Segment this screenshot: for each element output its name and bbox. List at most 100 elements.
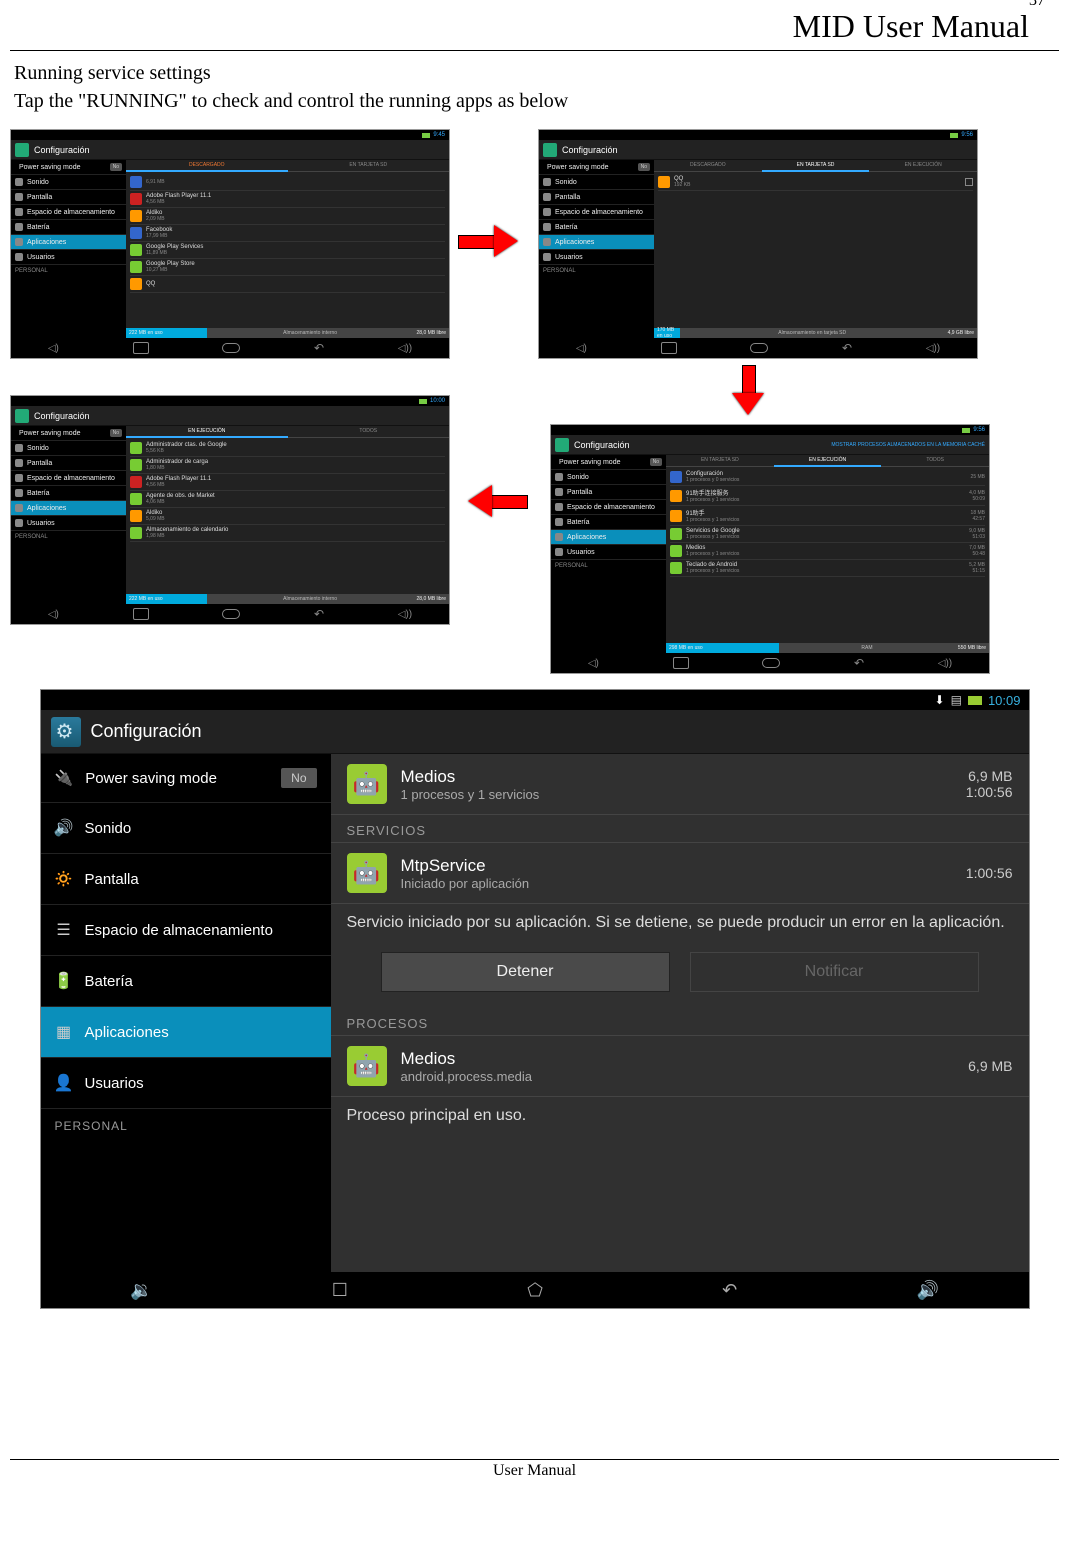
tab-all[interactable]: TODOS — [288, 426, 450, 438]
sidebar-item-power-saving[interactable]: Power saving modeNo — [11, 426, 126, 441]
psm-toggle[interactable]: No — [110, 429, 122, 437]
list-item[interactable]: Servicios de Google1 procesos y 1 servic… — [670, 526, 985, 543]
sidebar-item-battery[interactable]: Batería — [551, 515, 666, 530]
sidebar-item-battery[interactable]: 🔋Batería — [41, 956, 331, 1007]
tab-all[interactable]: TODOS — [881, 455, 989, 467]
cache-link[interactable]: MOSTRAR PROCESOS ALMACENADOS EN LA MEMOR… — [831, 442, 989, 448]
list-item[interactable]: Administrador de carga1,80 MB — [130, 457, 445, 474]
vol-up-button[interactable]: 🔊 — [916, 1280, 938, 1301]
recent-button[interactable] — [133, 608, 149, 620]
tab-sdcard[interactable]: EN TARJETA SD — [288, 160, 450, 172]
list-item[interactable]: Adobe Flash Player 11.14,56 MB — [130, 474, 445, 491]
tab-sdcard[interactable]: EN TARJETA SD — [666, 455, 774, 467]
psm-toggle[interactable]: No — [638, 163, 650, 171]
vol-up-icon[interactable]: ◁)) — [398, 609, 412, 620]
sidebar-item-apps[interactable]: Aplicaciones — [11, 501, 126, 516]
back-button[interactable]: ↶ — [842, 341, 852, 355]
app-list[interactable]: Configuración1 procesos y 0 servicios25 … — [666, 467, 989, 579]
home-button[interactable]: ⬠ — [527, 1280, 543, 1301]
list-item[interactable]: QQ192 KB — [658, 174, 973, 191]
vol-down-button[interactable]: 🔉 — [130, 1280, 152, 1301]
back-button[interactable]: ↶ — [314, 341, 324, 355]
list-item[interactable]: Agente de obs. de Market4,06 MB — [130, 491, 445, 508]
sidebar-item-users[interactable]: Usuarios — [551, 545, 666, 560]
home-button[interactable] — [222, 609, 240, 619]
tab-running[interactable]: EN EJECUCIÓN — [126, 426, 288, 438]
sidebar-item-storage[interactable]: Espacio de almacenamiento — [539, 205, 654, 220]
sidebar-item-apps[interactable]: Aplicaciones — [551, 530, 666, 545]
sidebar-item-storage[interactable]: Espacio de almacenamiento — [11, 471, 126, 486]
sidebar-item-pantalla[interactable]: Pantalla — [11, 190, 126, 205]
sidebar-item-storage[interactable]: Espacio de almacenamiento — [551, 500, 666, 515]
psm-toggle[interactable]: No — [281, 768, 316, 788]
list-item[interactable]: 91助手1 procesos y 1 servicios18 MB42:57 — [670, 506, 985, 526]
tab-sdcard[interactable]: EN TARJETA SD — [762, 160, 870, 172]
list-item[interactable]: Teclado de Android1 procesos y 1 servici… — [670, 560, 985, 577]
vol-down-icon[interactable]: ◁) — [576, 343, 587, 354]
list-item[interactable]: Google Play Store10,27 MB — [130, 259, 445, 276]
sidebar-item-sonido[interactable]: Sonido — [11, 175, 126, 190]
sidebar-item-users[interactable]: Usuarios — [11, 516, 126, 531]
sidebar-item-pantalla[interactable]: Pantalla — [539, 190, 654, 205]
sidebar-item-storage[interactable]: ☰Espacio de almacenamiento — [41, 905, 331, 956]
app-list[interactable]: 6,91 MB Adobe Flash Player 11.14,56 MB A… — [126, 172, 449, 295]
back-button[interactable]: ↶ — [722, 1280, 737, 1301]
sidebar-item-sonido[interactable]: 🔊Sonido — [41, 803, 331, 854]
sidebar-item-power-saving[interactable]: Power saving modeNo — [539, 160, 654, 175]
vol-up-icon[interactable]: ◁)) — [926, 343, 940, 354]
tab-running[interactable]: EN EJECUCIÓN — [774, 455, 882, 467]
sidebar-item-sonido[interactable]: Sonido — [539, 175, 654, 190]
stop-button[interactable]: Detener — [381, 952, 670, 992]
list-item[interactable]: 91助手连接服务1 procesos y 1 servicios4,0 MB50… — [670, 486, 985, 506]
app-list[interactable]: QQ192 KB — [654, 172, 977, 193]
sidebar-item-pantalla[interactable]: Pantalla — [551, 485, 666, 500]
sidebar-item-users[interactable]: Usuarios — [11, 250, 126, 265]
sidebar-item-sonido[interactable]: Sonido — [11, 441, 126, 456]
vol-down-icon[interactable]: ◁) — [588, 658, 599, 669]
recent-button[interactable] — [673, 657, 689, 669]
list-item[interactable]: QQ — [130, 276, 445, 293]
sidebar-item-apps[interactable]: Aplicaciones — [11, 235, 126, 250]
recent-button[interactable] — [133, 342, 149, 354]
sidebar-item-sonido[interactable]: Sonido — [551, 470, 666, 485]
vol-down-icon[interactable]: ◁) — [48, 609, 59, 620]
process-row[interactable]: 🤖 Medios android.process.media 6,9 MB — [331, 1036, 1029, 1097]
recent-button[interactable] — [661, 342, 677, 354]
sidebar-item-storage[interactable]: Espacio de almacenamiento — [11, 205, 126, 220]
list-item[interactable]: Adobe Flash Player 11.14,56 MB — [130, 191, 445, 208]
tab-downloaded[interactable]: DESCARGADO — [126, 160, 288, 172]
list-item[interactable]: Google Play Services11,89 MB — [130, 242, 445, 259]
vol-up-icon[interactable]: ◁)) — [398, 343, 412, 354]
home-button[interactable] — [222, 343, 240, 353]
notify-button[interactable]: Notificar — [690, 952, 979, 992]
list-item[interactable]: 6,91 MB — [130, 174, 445, 191]
back-button[interactable]: ↶ — [854, 656, 864, 670]
vol-up-icon[interactable]: ◁)) — [938, 658, 952, 669]
sidebar-item-pantalla[interactable]: 🔅Pantalla — [41, 854, 331, 905]
sidebar-item-users[interactable]: 👤Usuarios — [41, 1058, 331, 1109]
tab-downloaded[interactable]: DESCARGADO — [654, 160, 762, 172]
checkbox[interactable] — [965, 178, 973, 186]
home-button[interactable] — [750, 343, 768, 353]
home-button[interactable] — [762, 658, 780, 668]
list-item[interactable]: Medios1 procesos y 1 servicios7,0 MB50:4… — [670, 543, 985, 560]
list-item[interactable]: Aldiko2,09 MB — [130, 208, 445, 225]
recent-button[interactable]: ☐ — [332, 1280, 348, 1301]
sidebar-item-apps[interactable]: Aplicaciones — [539, 235, 654, 250]
list-item[interactable]: Almacenamiento de calendario1,98 MB — [130, 525, 445, 542]
tab-running[interactable]: EN EJECUCIÓN — [869, 160, 977, 172]
psm-toggle[interactable]: No — [110, 163, 122, 171]
sidebar-item-pantalla[interactable]: Pantalla — [11, 456, 126, 471]
list-item[interactable]: Facebook17,99 MB — [130, 225, 445, 242]
back-button[interactable]: ↶ — [314, 607, 324, 621]
app-list[interactable]: Administrador ctas. de Google5,56 KB Adm… — [126, 438, 449, 544]
psm-toggle[interactable]: No — [650, 458, 662, 466]
sidebar-item-power-saving[interactable]: Power saving modeNo — [11, 160, 126, 175]
list-item[interactable]: Configuración1 procesos y 0 servicios25 … — [670, 469, 985, 486]
list-item[interactable]: Aldiko5,09 MB — [130, 508, 445, 525]
list-item[interactable]: Administrador ctas. de Google5,56 KB — [130, 440, 445, 457]
sidebar-item-users[interactable]: Usuarios — [539, 250, 654, 265]
sidebar-item-battery[interactable]: Batería — [11, 220, 126, 235]
vol-down-icon[interactable]: ◁) — [48, 343, 59, 354]
sidebar-item-battery[interactable]: Batería — [539, 220, 654, 235]
